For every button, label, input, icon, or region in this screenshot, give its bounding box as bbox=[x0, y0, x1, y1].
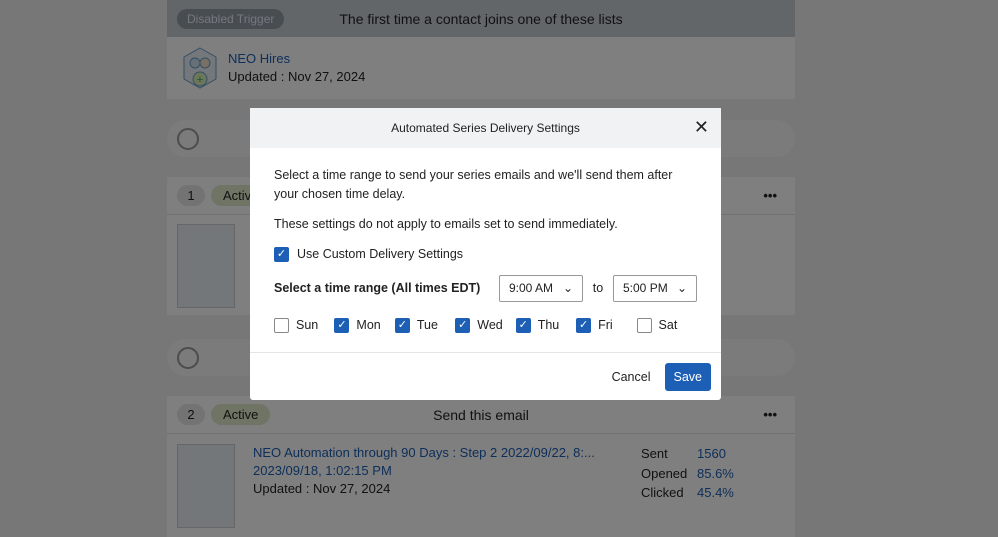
modal-title: Automated Series Delivery Settings bbox=[391, 121, 580, 135]
checkbox-icon[interactable] bbox=[636, 318, 652, 333]
checkbox-icon[interactable] bbox=[274, 318, 289, 333]
day-label: Sat bbox=[658, 318, 678, 332]
cancel-button[interactable]: Cancel bbox=[612, 370, 651, 384]
checkbox-checked-icon[interactable]: ✓ bbox=[394, 318, 410, 333]
from-time-select[interactable]: 9:00 AM ⌄ bbox=[499, 275, 583, 302]
to-time-value: 5:00 PM bbox=[623, 281, 668, 295]
save-button[interactable]: Save bbox=[664, 362, 711, 391]
day-sun[interactable]: Sun bbox=[274, 316, 334, 335]
to-label: to bbox=[592, 281, 604, 295]
delivery-settings-modal: Automated Series Delivery Settings ✕ Sele… bbox=[250, 108, 721, 400]
day-label: Mon bbox=[356, 318, 381, 332]
day-label: Tue bbox=[416, 318, 438, 332]
checkbox-checked-icon[interactable]: ✓ bbox=[334, 318, 350, 333]
day-mon[interactable]: ✓ Mon bbox=[334, 316, 394, 335]
checkbox-checked-icon[interactable]: ✓ bbox=[274, 247, 289, 262]
checkbox-label: Use Custom Delivery Settings bbox=[297, 247, 464, 261]
chevron-down-icon: ⌄ bbox=[562, 281, 573, 295]
day-tue[interactable]: ✓ Tue bbox=[394, 316, 455, 335]
custom-settings-checkbox[interactable]: ✓ Use Custom Delivery Settings bbox=[274, 245, 697, 264]
range-label: Select a time range (All times EDT) bbox=[274, 281, 481, 295]
chevron-down-icon: ⌄ bbox=[676, 281, 687, 295]
day-label: Fri bbox=[598, 318, 613, 332]
modal-intro: Select a time range to send your series … bbox=[274, 168, 673, 201]
day-label: Wed bbox=[477, 318, 503, 332]
weekday-checkboxes: Sun ✓ Mon ✓ Tue ✓ Wed ✓ Thu ✓ Fri Sat bbox=[274, 316, 697, 335]
to-time-select[interactable]: 5:00 PM ⌄ bbox=[613, 275, 697, 302]
day-label: Sun bbox=[296, 318, 319, 332]
day-fri[interactable]: ✓ Fri bbox=[576, 316, 636, 335]
checkbox-checked-icon[interactable]: ✓ bbox=[455, 318, 471, 333]
checkbox-checked-icon[interactable]: ✓ bbox=[515, 318, 531, 333]
close-icon[interactable]: ✕ bbox=[694, 117, 709, 138]
checkbox-checked-icon[interactable]: ✓ bbox=[576, 318, 592, 333]
day-thu[interactable]: ✓ Thu bbox=[515, 316, 576, 335]
day-sat[interactable]: Sat bbox=[636, 316, 697, 335]
from-time-value: 9:00 AM bbox=[509, 281, 554, 295]
modal-note: These settings do not apply to emails se… bbox=[274, 217, 618, 231]
day-wed[interactable]: ✓ Wed bbox=[455, 316, 515, 335]
day-label: Thu bbox=[537, 318, 560, 332]
